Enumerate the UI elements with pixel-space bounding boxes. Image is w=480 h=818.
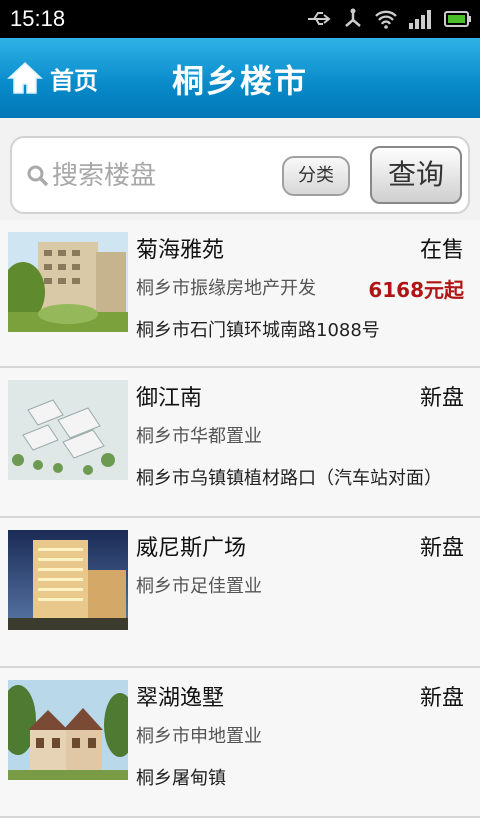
search-bar: 分类 查询	[10, 136, 470, 214]
list-item[interactable]: 菊海雅苑 在售 桐乡市振缘房地产开发 6168元起 桐乡市石门镇环城南路1088…	[0, 220, 480, 368]
property-name: 菊海雅苑	[136, 238, 225, 263]
address: 桐乡市乌镇镇植材路口（汽车站对面）	[136, 468, 442, 489]
list-item[interactable]: 翠湖逸墅 新盘 桐乡市申地置业 桐乡屠甸镇	[0, 668, 480, 818]
property-name: 御江南	[136, 386, 203, 411]
sale-status: 新盘	[419, 536, 464, 561]
page-title: 桐乡楼市	[171, 62, 308, 100]
developer-name: 桐乡市足佳置业	[136, 576, 262, 597]
sale-status: 新盘	[419, 386, 464, 411]
listing-list: 菊海雅苑 在售 桐乡市振缘房地产开发 6168元起 桐乡市石门镇环城南路1088…	[0, 220, 480, 818]
developer-name: 桐乡市申地置业	[136, 726, 262, 747]
usb-debug-icon	[345, 8, 361, 27]
address: 桐乡市石门镇环城南路1088号	[136, 320, 380, 341]
property-name: 威尼斯广场	[136, 536, 247, 561]
list-item[interactable]: 御江南 新盘 桐乡市华都置业 桐乡市乌镇镇植材路口（汽车站对面）	[0, 368, 480, 518]
property-name: 翠湖逸墅	[136, 686, 225, 711]
list-item[interactable]: 威尼斯广场 新盘 桐乡市足佳置业	[0, 518, 480, 668]
status-time: 15:18	[10, 6, 66, 31]
property-photo	[8, 232, 128, 332]
category-button[interactable]: 分类	[282, 156, 350, 196]
sale-status: 新盘	[419, 686, 464, 711]
property-photo	[8, 380, 128, 480]
property-photo	[8, 680, 128, 780]
wifi-icon	[375, 10, 397, 29]
sale-status: 在售	[419, 238, 464, 263]
status-bar: 15:18	[0, 0, 480, 38]
property-photo	[8, 530, 128, 630]
search-input[interactable]	[52, 154, 272, 198]
battery-icon	[444, 11, 471, 27]
address: 桐乡屠甸镇	[136, 768, 226, 789]
developer-name: 桐乡市华都置业	[136, 426, 262, 447]
status-icons	[306, 8, 472, 30]
signal-icon	[409, 10, 431, 29]
title-bar: 首页 桐乡楼市	[0, 38, 480, 118]
usb-icon	[308, 12, 331, 25]
developer-name: 桐乡市振缘房地产开发	[136, 278, 316, 299]
search-icon	[27, 165, 49, 187]
price: 6168元起	[368, 278, 464, 302]
query-button[interactable]: 查询	[370, 146, 462, 204]
